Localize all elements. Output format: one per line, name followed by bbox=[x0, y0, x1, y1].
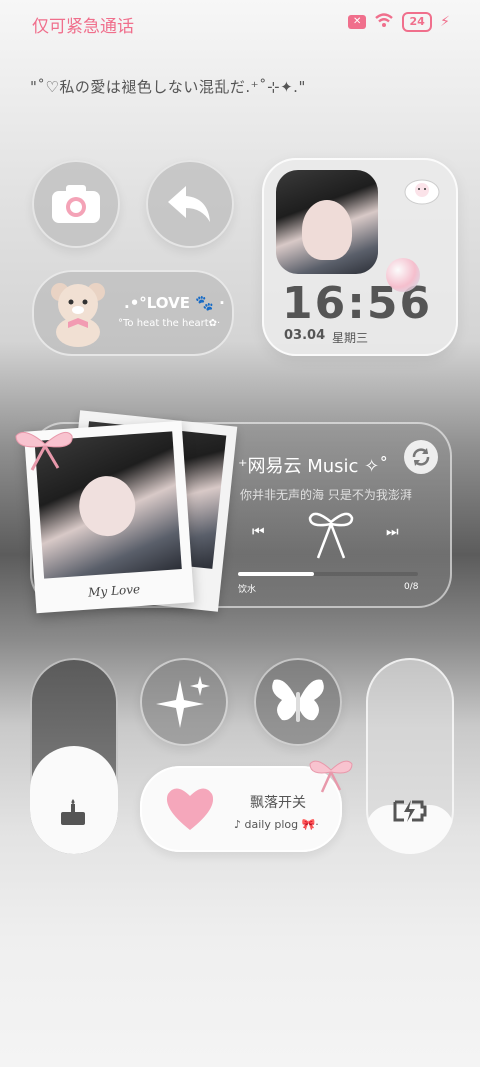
previous-icon: ⏮ bbox=[252, 524, 265, 540]
battery-icon: 24 bbox=[402, 12, 433, 32]
clock-weekday: 星期三 bbox=[332, 331, 369, 345]
wifi-icon bbox=[374, 12, 394, 32]
butterfly-icon bbox=[272, 679, 324, 722]
progress-track[interactable] bbox=[238, 572, 418, 576]
status-carrier: 仅可紧急通话 bbox=[32, 17, 134, 37]
refresh-icon bbox=[412, 448, 430, 466]
card-subtitle: ♪ daily plog 🎀· bbox=[234, 818, 319, 831]
bunny-cloud-icon bbox=[402, 174, 442, 215]
sparkle-icon bbox=[156, 676, 210, 728]
status-icons: ✕ 24 ⚡ bbox=[348, 12, 450, 32]
music-app-name: ⁺网易云 Music ✧˚ bbox=[238, 456, 389, 477]
track-right: 0/8 bbox=[404, 582, 419, 592]
clock-date: 03.04 bbox=[284, 328, 326, 343]
slider-right[interactable] bbox=[366, 658, 454, 854]
music-lyric: 你并非无声的海 只是不为我澎湃 bbox=[240, 488, 412, 502]
charging-icon: ⚡ bbox=[440, 14, 450, 30]
sparkle-button[interactable] bbox=[140, 658, 228, 746]
teddy-bear-icon bbox=[46, 278, 110, 348]
slider-left[interactable] bbox=[30, 658, 118, 854]
love-widget[interactable]: .•°LOVE 🐾 · °To heat the heart✿· bbox=[32, 270, 234, 356]
butterfly-button[interactable] bbox=[254, 658, 342, 746]
polaroid-caption: My Love bbox=[87, 582, 141, 600]
quote-text: "˚♡私の愛は褪色しない混乱だ.⁺˚⊹✦." bbox=[30, 78, 306, 96]
pink-heart-icon bbox=[158, 782, 222, 838]
clock-widget[interactable]: 16:56 03.04 星期三 bbox=[262, 158, 458, 356]
back-button[interactable] bbox=[146, 160, 234, 248]
sim-icon: ✕ bbox=[348, 15, 367, 29]
battery-charging-icon bbox=[392, 798, 428, 828]
back-arrow-icon bbox=[168, 186, 210, 222]
cake-icon bbox=[58, 798, 88, 832]
progress-fill bbox=[238, 572, 314, 576]
love-subtitle: °To heat the heart✿· bbox=[118, 318, 221, 329]
camera-icon bbox=[52, 185, 100, 223]
track-left: 饮水 bbox=[238, 585, 257, 595]
ribbon-bow-icon bbox=[306, 506, 356, 566]
pink-bow-icon bbox=[306, 754, 356, 798]
next-button[interactable]: ⏭ bbox=[386, 524, 399, 540]
previous-button[interactable]: ⏮ bbox=[252, 524, 265, 540]
next-icon: ⏭ bbox=[386, 524, 399, 540]
heart-bubble-icon bbox=[386, 258, 420, 292]
camera-button[interactable] bbox=[32, 160, 120, 248]
love-title: .•°LOVE 🐾 · bbox=[124, 294, 225, 312]
card-title: 飘落开关 bbox=[250, 795, 306, 811]
refresh-button[interactable] bbox=[404, 440, 438, 474]
pink-ribbon-icon bbox=[10, 422, 80, 476]
clock-photo bbox=[276, 170, 378, 274]
